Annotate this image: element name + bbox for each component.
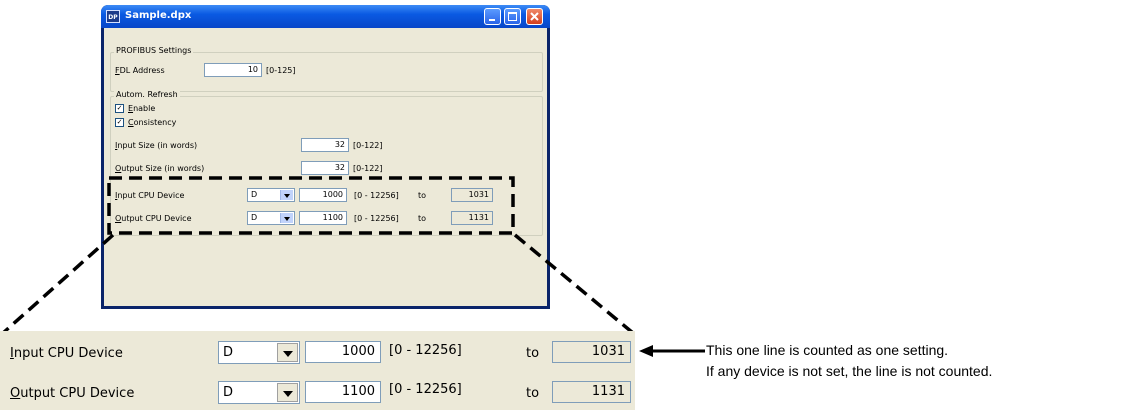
highlight-box xyxy=(107,176,515,235)
chevron-down-icon[interactable] xyxy=(277,383,298,402)
callout-line-left xyxy=(1,233,115,335)
zoom-output-cpu-device-label: Output CPU Device xyxy=(10,386,135,401)
zoom-input-end-value: 1031 xyxy=(552,341,631,363)
zoom-input-start-input[interactable]: 1000 xyxy=(305,341,381,363)
annotation-line-2: If any device is not set, the line is no… xyxy=(706,363,993,379)
annotation-line-1: This one line is counted as one setting. xyxy=(706,342,949,358)
zoom-input-cpu-device-label: Input CPU Device xyxy=(10,346,123,361)
zoom-output-range: [0 - 12256] xyxy=(389,382,462,397)
chevron-down-icon[interactable] xyxy=(277,343,298,362)
zoom-input-to-label: to xyxy=(526,346,540,361)
zoom-output-end-value: 1131 xyxy=(552,381,631,403)
zoom-output-start-input[interactable]: 1100 xyxy=(305,381,381,403)
zoom-input-device-value: D xyxy=(223,345,234,360)
zoom-output-to-label: to xyxy=(526,386,540,401)
arrow-left-icon xyxy=(639,345,705,357)
zoomed-device-panel: Input CPU Device D 1000 [0 - 12256] to 1… xyxy=(0,331,635,410)
zoom-output-device-select[interactable]: D xyxy=(218,381,300,404)
zoom-input-range: [0 - 12256] xyxy=(389,343,462,358)
callout-line-right xyxy=(513,233,635,335)
zoom-input-device-select[interactable]: D xyxy=(218,341,300,364)
zoom-output-device-value: D xyxy=(223,385,234,400)
